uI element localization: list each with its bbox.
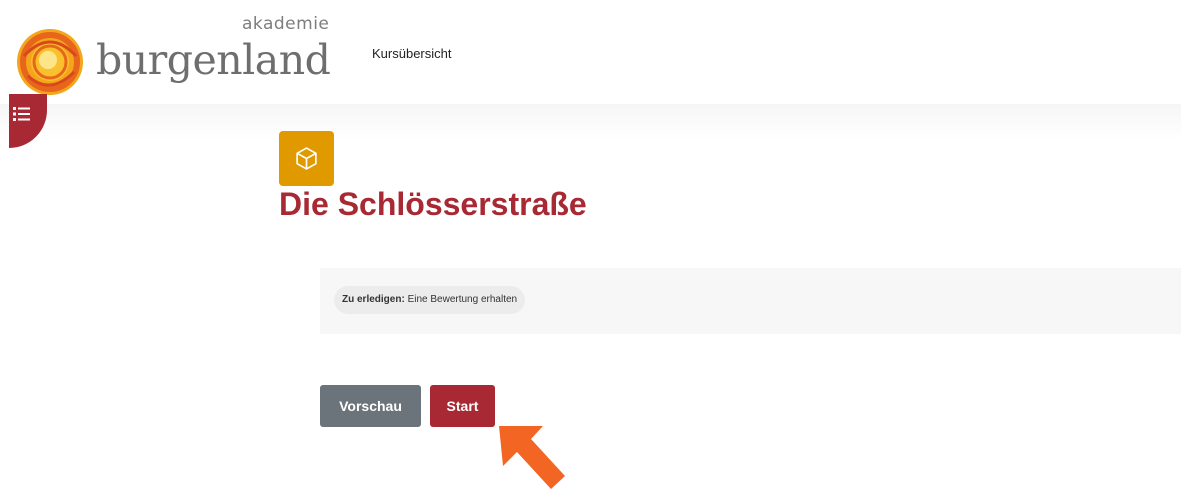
logo-sun-icon — [17, 29, 83, 95]
completion-requirements: Zu erledigen: Eine Bewertung erhalten — [320, 268, 1181, 334]
nav-link-course-overview[interactable]: Kursübersicht — [372, 46, 451, 61]
cube-icon — [296, 147, 317, 170]
completion-badge: Zu erledigen: Eine Bewertung erhalten — [334, 286, 526, 314]
completion-label: Zu erledigen: — [342, 294, 405, 305]
start-button[interactable]: Start — [430, 385, 495, 427]
activity-type-icon — [279, 131, 334, 186]
logo-wordmark: burgenland — [96, 36, 331, 84]
page-title: Die Schlösserstraße — [279, 186, 587, 222]
page: akademie burgenland Kursübersicht Die Sc… — [0, 0, 1181, 490]
top-navbar: akademie burgenland Kursübersicht — [0, 0, 1181, 104]
list-icon — [13, 107, 30, 121]
logo-subtitle: akademie — [242, 14, 330, 34]
preview-button[interactable]: Vorschau — [320, 385, 421, 427]
site-logo[interactable]: akademie burgenland — [14, 10, 344, 95]
annotation-arrow-icon — [499, 426, 565, 489]
header-shadow — [0, 104, 1181, 140]
completion-value: Eine Bewertung erhalten — [407, 294, 518, 305]
